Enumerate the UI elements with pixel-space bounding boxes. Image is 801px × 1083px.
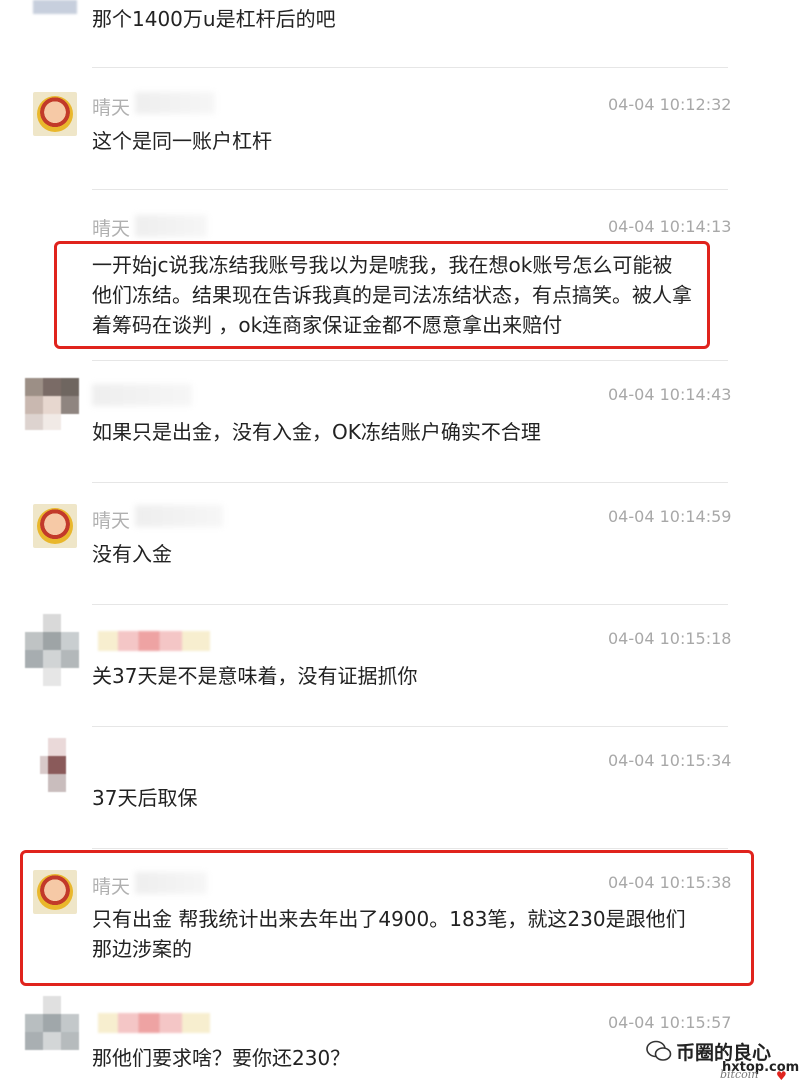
avatar[interactable] (33, 92, 77, 136)
message-text: 没有入金 (92, 542, 172, 566)
message-text: 那个1400万u是杠杆后的吧 (92, 7, 336, 31)
timestamp: 04-04 10:15:57 (608, 1013, 732, 1032)
redacted-name (98, 631, 210, 651)
highlight-box (54, 241, 710, 349)
redacted-name (92, 384, 192, 406)
message-text: 如果只是出金，没有入金，OK冻结账户确实不合理 (92, 420, 541, 444)
avatar[interactable] (33, 504, 77, 548)
redacted-name (98, 1013, 210, 1033)
divider (92, 360, 728, 361)
divider (92, 604, 728, 605)
watermark-sub: bitcoin (720, 1068, 759, 1081)
timestamp: 04-04 10:14:59 (608, 507, 732, 526)
divider (92, 848, 728, 849)
redacted-name (135, 92, 215, 114)
message-text: 关37天是不是意味着，没有证据抓你 (92, 664, 418, 688)
redacted-name (135, 505, 223, 527)
timestamp: 04-04 10:14:43 (608, 385, 732, 404)
timestamp: 04-04 10:15:18 (608, 629, 732, 648)
timestamp: 04-04 10:14:13 (608, 217, 732, 236)
timestamp: 04-04 10:12:32 (608, 95, 732, 114)
avatar[interactable] (25, 614, 79, 686)
message-text: 那他们要求啥？要你还230？ (92, 1046, 351, 1070)
watermark: 币圈的良心 hxtop.com bitcoin ♥ (640, 1036, 800, 1083)
sender-name[interactable]: 晴天 (92, 506, 130, 533)
divider (92, 189, 728, 190)
avatar[interactable] (25, 996, 79, 1068)
wechat-icon (646, 1040, 672, 1061)
heart-icon: ♥ (776, 1069, 787, 1083)
avatar[interactable] (33, 0, 77, 14)
avatar[interactable] (40, 738, 66, 800)
divider (92, 67, 728, 68)
divider (92, 482, 728, 483)
redacted-name (135, 215, 207, 237)
highlight-box (20, 850, 754, 986)
avatar[interactable] (25, 378, 79, 430)
message-text: 这个是同一账户杠杆 (92, 129, 272, 153)
sender-name[interactable]: 晴天 (92, 214, 130, 241)
divider (92, 726, 728, 727)
sender-name[interactable]: 晴天 (92, 93, 130, 120)
timestamp: 04-04 10:15:34 (608, 751, 732, 770)
message-text: 37天后取保 (92, 786, 198, 810)
